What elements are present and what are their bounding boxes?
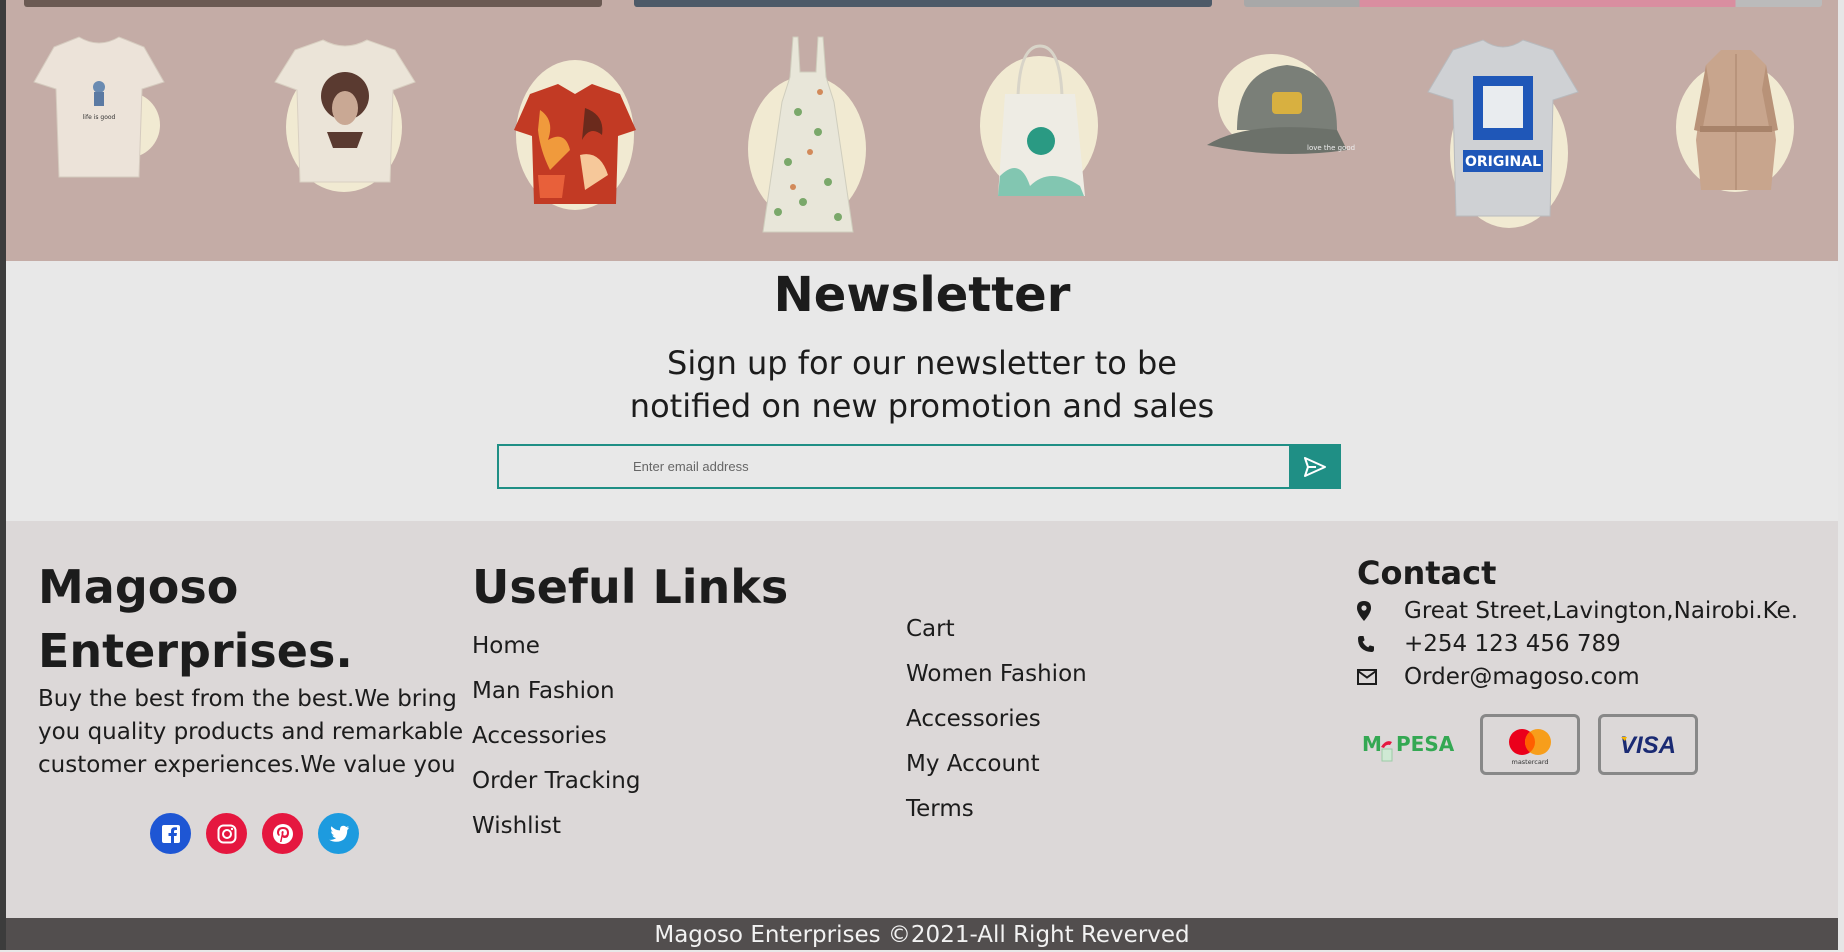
email-input[interactable] (497, 444, 1289, 489)
newsletter-section: Newsletter Sign up for our newsletter to… (6, 261, 1838, 521)
product-item[interactable] (496, 12, 646, 261)
footer-link-terms[interactable]: Terms (906, 787, 1087, 832)
svg-text:life is good: life is good (83, 114, 116, 121)
product-carousel: life is good love the good ORIGINAL (6, 12, 1838, 261)
scrollbar-track[interactable] (1838, 0, 1844, 950)
contact-phone: +254 123 456 789 (1357, 631, 1621, 657)
subscribe-button[interactable] (1289, 444, 1341, 489)
footer-link-accessories[interactable]: Accessories (906, 697, 1087, 742)
facebook-link[interactable] (150, 813, 191, 854)
banner-strip (6, 0, 1838, 12)
footer-link-my-account[interactable]: My Account (906, 742, 1087, 787)
product-item[interactable] (728, 12, 878, 261)
footer: Magoso Enterprises. Buy the best from th… (6, 521, 1838, 918)
mail-icon (1357, 665, 1387, 689)
trench-coat-icon (1694, 50, 1778, 190)
footer-link-cart[interactable]: Cart (906, 607, 1087, 652)
useful-links-column: Cart Women Fashion Accessories My Accoun… (906, 607, 1087, 832)
product-item[interactable]: life is good (24, 12, 174, 261)
tshirt-original-icon: ORIGINAL (1427, 39, 1579, 217)
footer-link-home[interactable]: Home (472, 624, 640, 669)
cap-icon: love the good (1207, 65, 1355, 154)
footer-link-wishlist[interactable]: Wishlist (472, 804, 640, 849)
twitter-link[interactable] (318, 813, 359, 854)
pinterest-link[interactable] (262, 813, 303, 854)
payment-methods: M PESA mastercard VISA (1357, 714, 1698, 775)
twitter-icon (328, 825, 349, 842)
footer-link-accessories[interactable]: Accessories (472, 714, 640, 759)
product-item[interactable] (1656, 12, 1806, 261)
svg-text:PESA: PESA (1396, 732, 1455, 756)
send-icon (1304, 456, 1326, 477)
location-pin-icon (1357, 599, 1387, 623)
product-item[interactable] (960, 12, 1110, 261)
useful-links-title: Useful Links (472, 560, 789, 614)
tshirt-guitar-icon: life is good (33, 36, 165, 178)
tshirt-portrait-icon (274, 39, 416, 183)
contact-title: Contact (1357, 554, 1497, 592)
instagram-icon (217, 824, 236, 843)
newsletter-form (497, 444, 1348, 489)
mastercard-logo: mastercard (1480, 714, 1580, 775)
svg-text:M: M (1362, 732, 1382, 756)
footer-link-order-tracking[interactable]: Order Tracking (472, 759, 640, 804)
contact-phone-text: +254 123 456 789 (1404, 631, 1621, 657)
facebook-icon (161, 824, 180, 843)
copyright-bar: Magoso Enterprises ©2021-All Right Rever… (6, 918, 1838, 950)
svg-text:mastercard: mastercard (1511, 758, 1548, 766)
contact-email: Order@magoso.com (1357, 664, 1640, 690)
newsletter-subtitle-line: notified on new promotion and sales (629, 387, 1215, 425)
footer-link-man-fashion[interactable]: Man Fashion (472, 669, 640, 714)
newsletter-subtitle-line: Sign up for our newsletter to be (667, 344, 1177, 382)
instagram-link[interactable] (206, 813, 247, 854)
brand-name-line: Enterprises. (38, 624, 353, 678)
newsletter-title: Newsletter (773, 267, 1071, 323)
tote-bag-icon (998, 44, 1085, 196)
svg-text:ORIGINAL: ORIGINAL (1465, 154, 1541, 170)
product-item[interactable]: love the good (1192, 12, 1355, 261)
product-item[interactable] (260, 12, 416, 261)
newsletter-subtitle: Sign up for our newsletter to be notifie… (6, 342, 1838, 428)
svg-text:love the good: love the good (1307, 144, 1355, 152)
useful-links-column: Home Man Fashion Accessories Order Track… (472, 624, 640, 849)
social-links (150, 813, 359, 854)
hawaiian-shirt-icon (514, 84, 636, 204)
banner-image[interactable] (634, 0, 1212, 7)
brand-name: Magoso Enterprises. (38, 555, 458, 683)
floral-dress-icon (762, 36, 854, 233)
mpesa-logo: M PESA (1357, 717, 1462, 772)
product-item[interactable]: ORIGINAL (1424, 12, 1579, 261)
contact-address-text: Great Street,Lavington,Nairobi.Ke. (1404, 598, 1799, 624)
svg-text:VISA: VISA (1620, 732, 1676, 759)
brand-description: Buy the best from the best.We bring you … (38, 686, 464, 778)
brand-name-line: Magoso (38, 560, 239, 614)
contact-address: Great Street,Lavington,Nairobi.Ke. (1357, 598, 1798, 624)
footer-link-women-fashion[interactable]: Women Fashion (906, 652, 1087, 697)
contact-email-text: Order@magoso.com (1404, 664, 1640, 690)
phone-icon (1357, 632, 1387, 656)
banner-image[interactable] (1244, 0, 1822, 7)
visa-logo: VISA (1598, 714, 1698, 775)
pinterest-icon (272, 823, 293, 844)
banner-image[interactable] (24, 0, 602, 7)
